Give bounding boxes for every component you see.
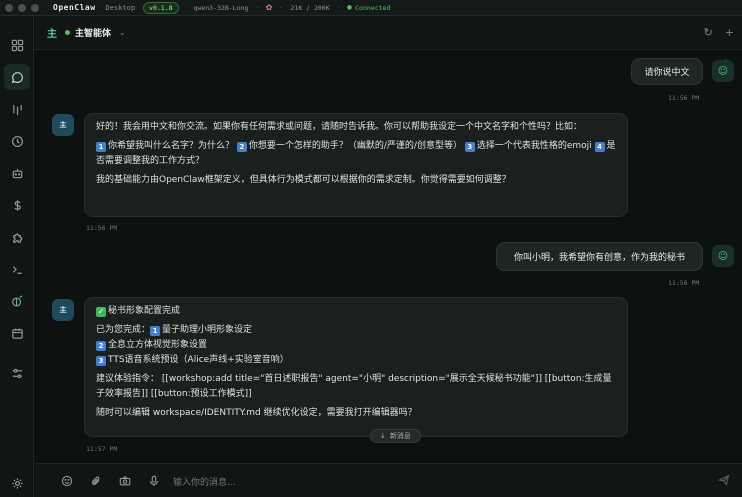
sidebar — [0, 16, 34, 497]
token-usage: 21K / 200K — [290, 3, 330, 12]
dollar-icon — [13, 199, 21, 211]
terminal-icon — [12, 265, 22, 274]
minimize-window-button[interactable] — [18, 3, 26, 12]
message-paragraph: 1 你希望我叫什么名字？为什么？ 2 你想要一个怎样的助手？（幽默的/严谨的/创意型… — [96, 139, 616, 169]
dashboard-nav[interactable] — [4, 32, 30, 58]
keycap-one-icon: 1 — [150, 326, 161, 336]
microphone-icon — [150, 475, 158, 486]
agents-nav[interactable] — [4, 160, 30, 186]
user-message: 请你说中文 — [631, 58, 703, 85]
keycap-three-icon: 3 — [96, 356, 106, 366]
send-icon — [717, 474, 730, 486]
check-icon: ✓ — [96, 307, 106, 317]
agent-name[interactable]: 主智能体 — [75, 26, 111, 39]
close-window-button[interactable] — [5, 3, 13, 12]
gear-icon — [11, 477, 23, 489]
chat-header: 主 主智能体 ⌄ ↻ + — [35, 16, 742, 50]
settings-sliders-icon — [12, 368, 22, 378]
brain-icon: ✿ — [265, 3, 273, 12]
model-name[interactable]: qwen3-32B-Long — [194, 4, 249, 12]
version-badge: v0.1.8 — [143, 1, 179, 14]
arrow-down-icon: ↓ — [380, 432, 386, 440]
composer: 输入你的消息... — [35, 463, 742, 497]
billing-nav[interactable] — [4, 192, 30, 218]
camera-button[interactable] — [117, 473, 133, 489]
smile-icon — [61, 475, 73, 487]
question-item: 你想要一个怎样的助手？（幽默的/严谨的/创意型等） — [248, 141, 462, 151]
calendar-nav[interactable] — [4, 320, 30, 346]
agent-status-dot — [65, 30, 70, 35]
message-paragraph: 好的！我会用中文和你交流。如果你有任何需求或问题，请随时告诉我。你可以帮助我设定… — [96, 122, 583, 132]
paperclip-icon — [91, 476, 100, 485]
app-name: OpenClaw — [53, 3, 96, 12]
question-item: 你希望我叫什么名字？为什么？ — [108, 141, 235, 151]
message-paragraph: ✓ 秘书形象配置完成 — [96, 304, 616, 319]
camera-icon — [119, 476, 131, 486]
title-bar: OpenClaw Desktop v0.1.8 qwen3-32B-Long ·… — [0, 0, 742, 16]
user-message: 你叫小明，我希望你有创意，作为我的秘书 — [496, 242, 703, 271]
followup-text: 随时可以编辑 workspace/IDENTITY.md 继续优化设定，需要我打… — [96, 408, 417, 418]
message-time: 11:56 PM — [668, 279, 700, 287]
message-time: 11:56 PM — [86, 224, 118, 232]
grid-icon — [11, 39, 23, 51]
history-nav[interactable] — [4, 128, 30, 154]
message-paragraph: 我的基础能力由OpenClaw框架定义，但具体行为模式都可以根据你的需求定制。你… — [96, 175, 511, 185]
connection-status: Connected — [355, 3, 391, 12]
window-controls[interactable] — [5, 3, 39, 12]
bot-avatar: 主 — [52, 299, 74, 321]
puzzle-icon — [12, 233, 22, 243]
brain-icon — [11, 294, 22, 306]
keycap-four-icon: 4 — [594, 142, 605, 152]
send-button[interactable] — [717, 474, 730, 489]
done-text: 秘书形象配置完成 — [108, 306, 181, 316]
refresh-icon[interactable]: ↻ — [704, 26, 713, 39]
robot-icon — [12, 168, 22, 178]
completed-label: 已为您完成： — [96, 325, 151, 335]
message-time: 11:56 PM — [668, 94, 700, 102]
completed-item: 量子助理小明形象设定 — [162, 325, 253, 335]
keycap-two-icon: 2 — [236, 142, 247, 152]
user-avatar: ☺ — [712, 60, 734, 82]
suggestion-text: 建议体验指令： [[workshop:add title="首日述职报告" ag… — [96, 374, 612, 399]
voice-button[interactable] — [146, 473, 162, 489]
new-messages-label: 新消息 — [389, 432, 411, 440]
bot-avatar: 主 — [52, 114, 74, 136]
preferences-nav[interactable] — [4, 360, 30, 386]
bot-message: 好的！我会用中文和你交流。如果你有任何需求或问题，请随时告诉我。你可以帮助我设定… — [84, 113, 628, 217]
keycap-two-icon: 2 — [96, 341, 106, 351]
completed-item: 全息立方体视觉形象设置 — [108, 340, 208, 350]
calendar-icon — [11, 328, 23, 339]
clock-icon — [11, 135, 23, 147]
connection-dot-icon: ● — [346, 4, 353, 11]
user-avatar: ☺ — [712, 245, 734, 267]
emoji-button[interactable] — [59, 473, 75, 489]
plugins-nav[interactable] — [4, 224, 30, 250]
attach-button[interactable] — [88, 473, 104, 489]
completed-list: 已为您完成： 1 量子助理小明形象设定 2 全息立方体视觉形象设置 3 TTS语音系统预… — [96, 323, 616, 368]
memory-nav[interactable] — [4, 288, 30, 314]
chat-nav[interactable] — [4, 64, 30, 90]
maximize-window-button[interactable] — [31, 3, 39, 12]
question-item: 选择一个代表我性格的emoji — [476, 141, 592, 151]
keycap-one-icon: 1 — [96, 142, 106, 152]
message-time: 11:57 PM — [86, 445, 118, 453]
chat-icon — [11, 71, 23, 83]
chevron-down-icon[interactable]: ⌄ — [119, 28, 126, 37]
bars-icon — [12, 104, 22, 115]
completed-item: TTS语音系统预设（Alice声线+实验室音响） — [108, 355, 289, 365]
message-input[interactable]: 输入你的消息... — [173, 473, 693, 489]
add-icon[interactable]: + — [725, 26, 734, 39]
terminal-nav[interactable] — [4, 256, 30, 282]
bot-message: ✓ 秘书形象配置完成 已为您完成： 1 量子助理小明形象设定 2 全息立方体视觉形象设置… — [84, 297, 628, 437]
new-messages-button[interactable]: ↓ 新消息 — [370, 429, 421, 443]
activity-nav[interactable] — [4, 96, 30, 122]
settings-nav[interactable] — [4, 470, 30, 496]
keycap-three-icon: 3 — [464, 142, 475, 152]
app-subtitle: Desktop — [105, 3, 136, 12]
agent-icon: 主 — [47, 29, 57, 40]
